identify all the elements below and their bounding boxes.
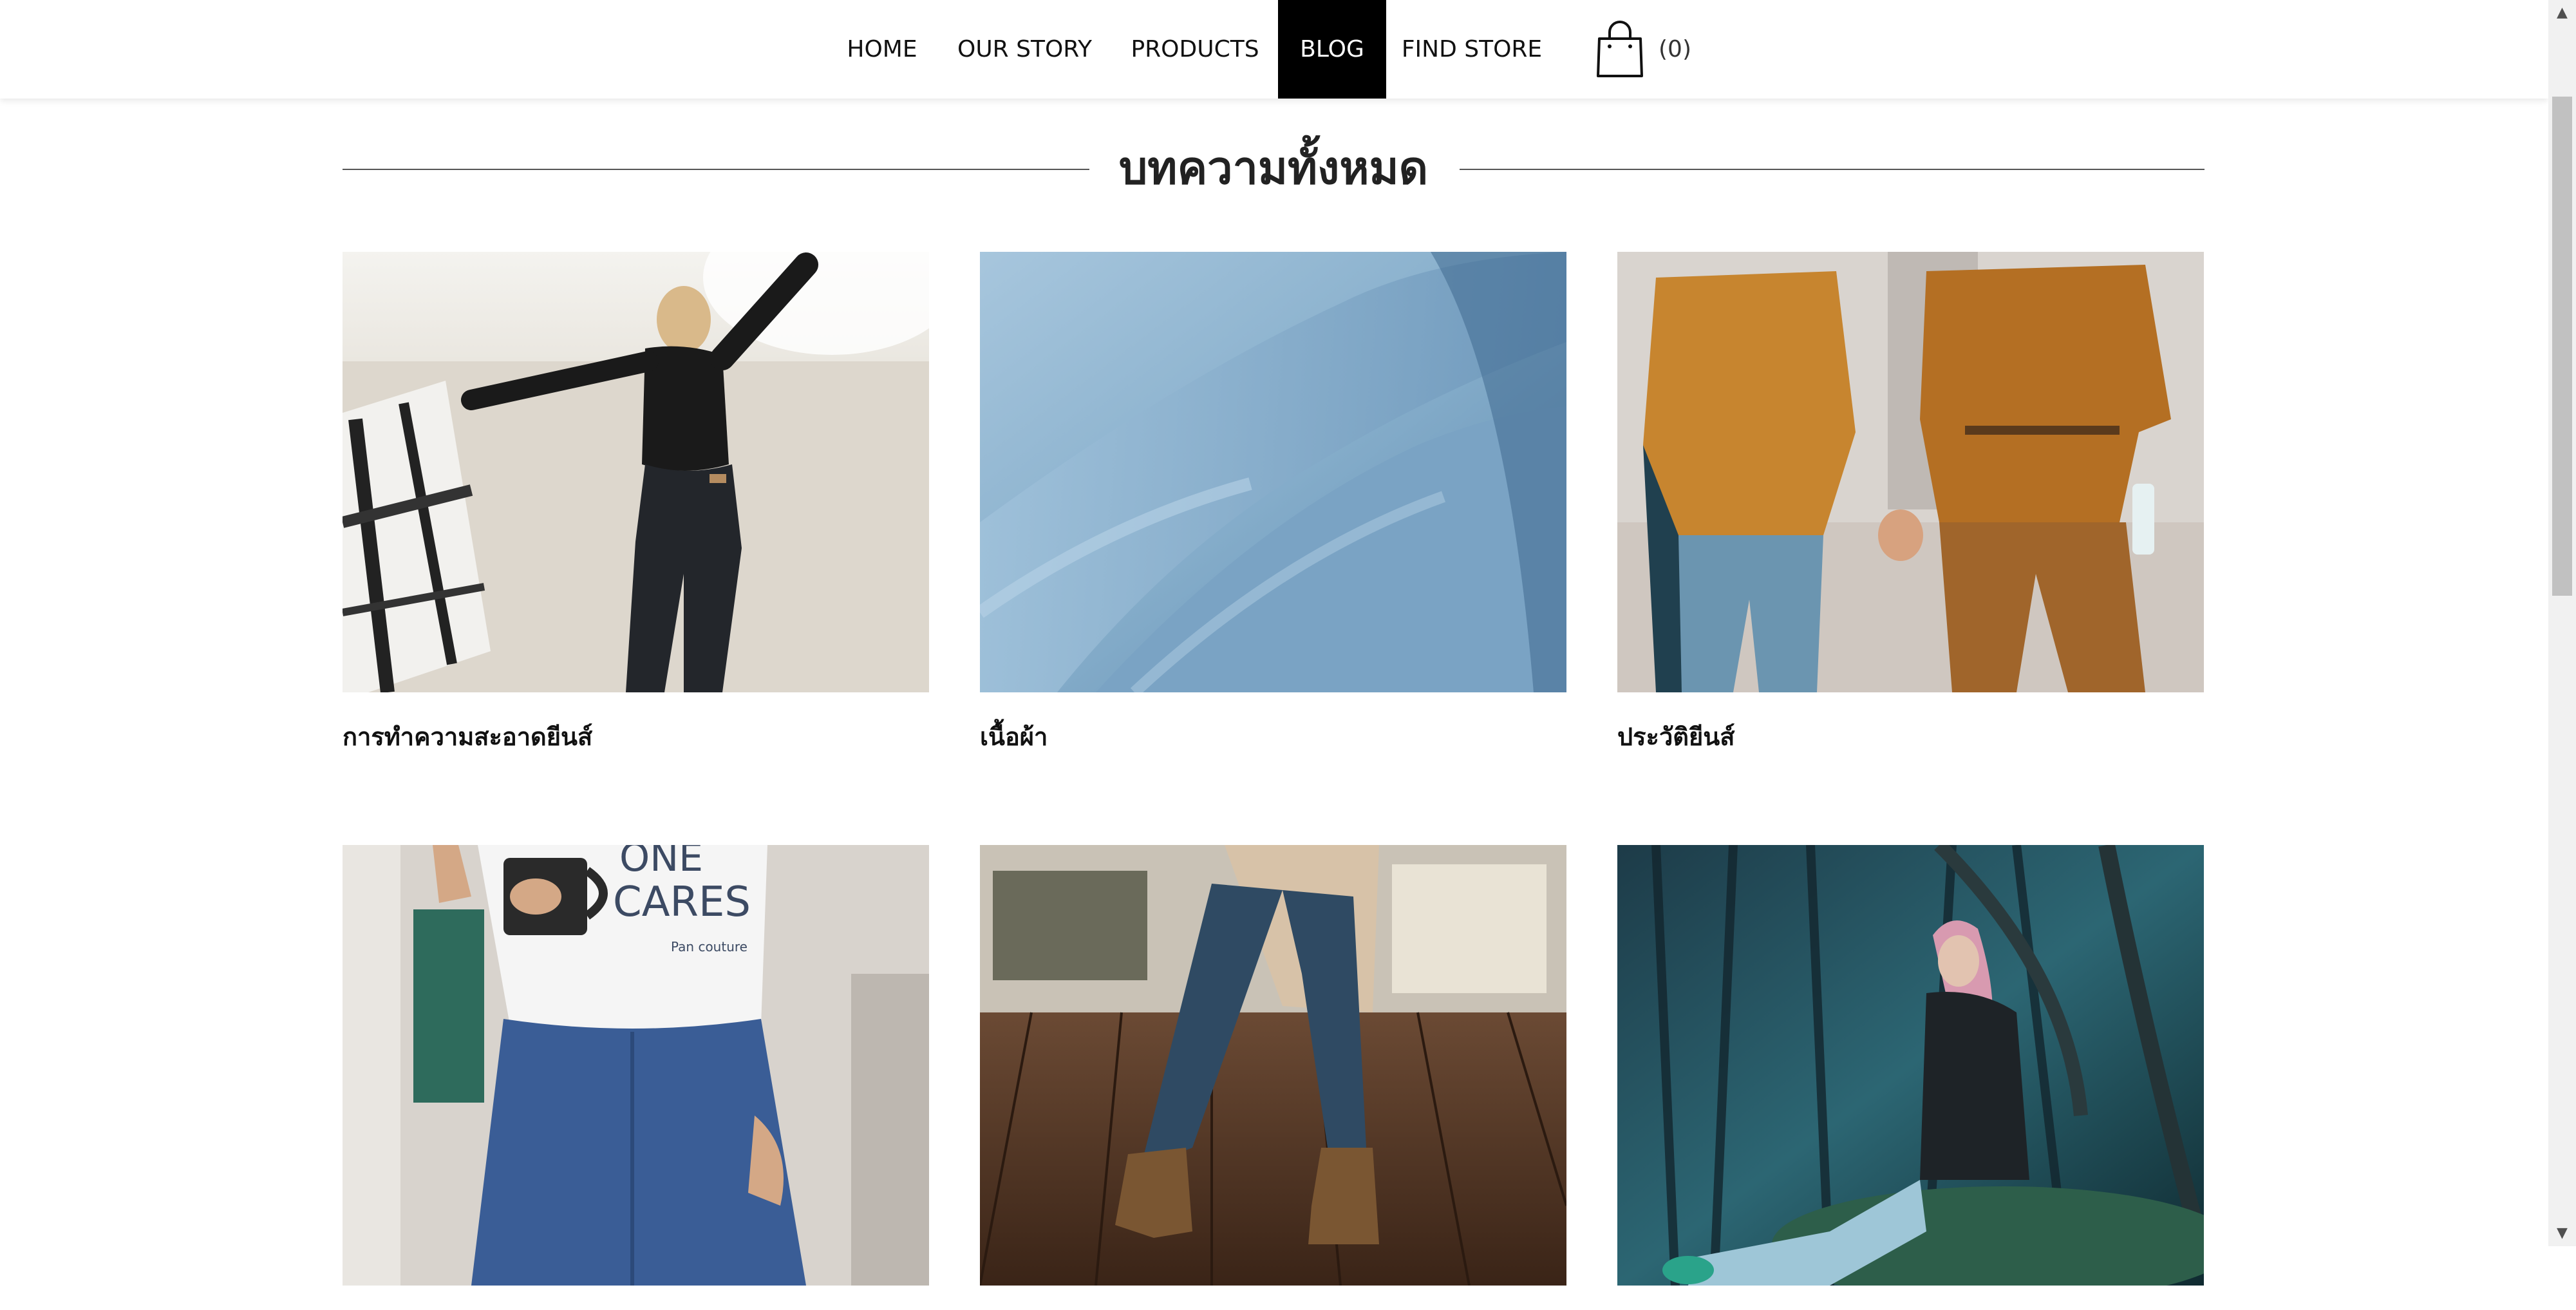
tshirt-print-top: ONE	[619, 845, 703, 880]
nav-products[interactable]: PRODUCTS	[1124, 0, 1266, 99]
tshirt-print-small: Pan couture	[671, 939, 747, 954]
nav-blog[interactable]: BLOG	[1278, 0, 1386, 99]
tshirt-print: CARES	[613, 878, 751, 926]
vertical-scrollbar[interactable]: ▲ ▼	[2548, 0, 2576, 1246]
scroll-up-icon[interactable]: ▲	[2548, 0, 2576, 26]
article-card[interactable]: ONE CARES Pan couture	[343, 845, 929, 1310]
cart-button[interactable]: (0)	[1595, 19, 1691, 79]
article-image-mug[interactable]: ONE CARES Pan couture	[343, 845, 929, 1286]
scrollbar-thumb[interactable]	[2552, 97, 2572, 596]
article-card[interactable]: ประวัติยีนส์	[1617, 252, 2204, 756]
nav-our-story[interactable]: OUR STORY	[953, 0, 1096, 99]
nav-home[interactable]: HOME	[838, 0, 926, 99]
page-heading: บทความทั้งหมด	[343, 129, 2205, 207]
article-title[interactable]: ประวัติยีนส์	[1617, 717, 2204, 756]
shopping-bag-icon	[1597, 21, 1643, 77]
article-card[interactable]: การทำความสะอาดยีนส์	[343, 252, 929, 756]
article-image-beach[interactable]	[343, 252, 929, 692]
page-title: บทความทั้งหมด	[1099, 142, 1448, 195]
cart-count: (0)	[1659, 35, 1691, 62]
scroll-down-icon[interactable]: ▼	[2548, 1220, 2576, 1246]
article-card[interactable]	[980, 845, 1566, 1310]
article-title[interactable]: เนื้อผ้า	[980, 717, 1566, 756]
article-card[interactable]: เนื้อผ้า	[980, 252, 1566, 756]
article-image-couple[interactable]	[1617, 252, 2204, 692]
article-image-denim[interactable]	[980, 252, 1566, 692]
article-image-forest[interactable]	[1617, 845, 2204, 1286]
article-card[interactable]	[1617, 845, 2204, 1310]
nav-find-store[interactable]: FIND STORE	[1401, 0, 1543, 99]
article-title[interactable]: การทำความสะอาดยีนส์	[343, 717, 929, 756]
site-header: HOME OUR STORY PRODUCTS BLOG FIND STORE …	[0, 0, 2548, 99]
article-image-walking[interactable]	[980, 845, 1566, 1286]
